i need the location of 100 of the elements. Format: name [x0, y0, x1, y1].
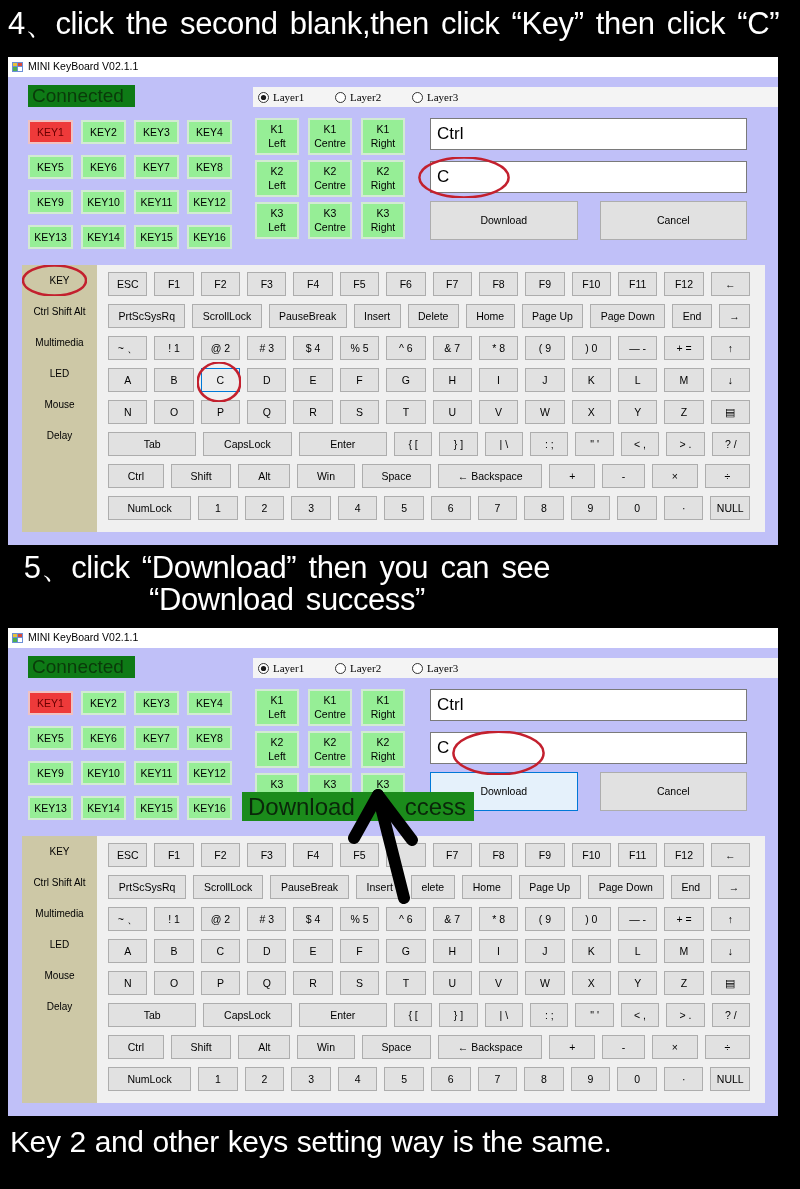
key-slot-button[interactable]: KEY15	[134, 225, 179, 249]
keyboard-key[interactable]: →	[717, 875, 750, 899]
keyboard-key[interactable]: CapsLock	[203, 1003, 292, 1027]
keyboard-key[interactable]: Z	[664, 400, 704, 424]
keyboard-key[interactable]: K	[571, 939, 611, 963]
layer-radio-option[interactable]: Layer2	[335, 659, 412, 677]
key-slot-button[interactable]: KEY6	[81, 726, 126, 750]
keyboard-key[interactable]: + =	[664, 907, 704, 931]
keyboard-key[interactable]: elete	[410, 875, 455, 899]
layer-radio-option[interactable]: Layer1	[258, 88, 335, 106]
key-value-field[interactable]: Ctrl	[430, 118, 747, 150]
keyboard-key[interactable]: N	[108, 971, 148, 995]
keyboard-key[interactable]: Alt	[238, 464, 291, 488]
keyboard-key[interactable]: ↑	[710, 907, 751, 931]
keyboard-key[interactable]: ^ 6	[386, 907, 426, 931]
keyboard-key[interactable]: A	[108, 939, 148, 963]
sidebar-item[interactable]: Delay	[22, 991, 97, 1022]
keyboard-key[interactable]: B	[154, 368, 194, 392]
keyboard-key[interactable]: F	[339, 939, 380, 963]
keyboard-key[interactable]: 8	[524, 496, 564, 520]
keyboard-key[interactable]: I	[478, 939, 519, 963]
keyboard-key[interactable]: < ,	[620, 432, 660, 456]
keyboard-key[interactable]: Shift	[170, 464, 232, 488]
keyboard-key[interactable]: M	[664, 939, 704, 963]
keyboard-key[interactable]: V	[478, 971, 519, 995]
keyboard-key[interactable]: End	[670, 875, 711, 899]
keyboard-key[interactable]: F11	[617, 272, 658, 296]
layer-radio-option[interactable]: Layer3	[412, 88, 489, 106]
keyboard-key[interactable]: > .	[666, 432, 705, 456]
keyboard-key[interactable]: ^ 6	[386, 336, 426, 360]
keyboard-key[interactable]: J	[525, 368, 565, 392]
keyboard-key[interactable]: ← Backspace	[438, 464, 543, 488]
key-slot-button[interactable]: KEY16	[187, 796, 232, 820]
sidebar-item[interactable]: KEY	[22, 836, 97, 867]
keyboard-key[interactable]: Tab	[108, 432, 197, 456]
keyboard-key[interactable]: Win	[297, 464, 355, 488]
keyboard-key[interactable]: ~ 、	[108, 907, 148, 931]
keyboard-key[interactable]: Page Up	[518, 875, 581, 899]
cancel-button[interactable]: Cancel	[599, 772, 747, 811]
keyboard-key[interactable]: 0	[617, 496, 657, 520]
keyboard-key[interactable]: T	[386, 400, 426, 424]
keyboard-key[interactable]: 6	[431, 1067, 471, 1091]
sidebar-item[interactable]: Multimedia	[22, 327, 97, 358]
key-slot-button[interactable]: KEY7	[134, 155, 179, 179]
keyboard-key[interactable]: NumLock	[108, 1067, 192, 1091]
key-slot-button[interactable]: KEY11	[134, 190, 179, 214]
keyboard-key[interactable]: E	[293, 939, 333, 963]
keyboard-key[interactable]: A	[108, 368, 148, 392]
keyboard-key[interactable]: 4	[337, 1067, 378, 1091]
keyboard-key[interactable]: ScrollLock	[192, 304, 262, 328]
keyboard-key[interactable]: < ,	[620, 1003, 660, 1027]
keyboard-key[interactable]: 1	[198, 1067, 238, 1091]
keyboard-key[interactable]: Enter	[298, 1003, 387, 1027]
keyboard-key[interactable]: & 7	[432, 336, 472, 360]
sidebar-item[interactable]: KEY	[22, 265, 97, 296]
keyboard-key[interactable]: Home	[465, 304, 515, 328]
keyboard-key[interactable]: T	[386, 971, 426, 995]
key-slot-button[interactable]: KEY11	[134, 761, 179, 785]
key-slot-button[interactable]: KEY4	[187, 691, 232, 715]
knob-action-button[interactable]: K2 Right	[361, 731, 405, 768]
keyboard-key[interactable]: W	[525, 400, 565, 424]
key-slot-button[interactable]: KEY10	[81, 761, 126, 785]
keyboard-key[interactable]: ScrollLock	[193, 875, 264, 899]
keyboard-key[interactable]: 9	[570, 1067, 611, 1091]
keyboard-key[interactable]: 8	[524, 1067, 564, 1091]
keyboard-key[interactable]: F1	[154, 272, 194, 296]
keyboard-key[interactable]: ~ 、	[108, 336, 148, 360]
keyboard-key[interactable]: CapsLock	[203, 432, 292, 456]
keyboard-key[interactable]: ÷	[704, 464, 750, 488]
key-slot-button[interactable]: KEY8	[187, 155, 232, 179]
keyboard-key[interactable]: F12	[664, 843, 704, 867]
keyboard-key[interactable]: F12	[664, 272, 704, 296]
keyboard-key[interactable]: * 8	[478, 336, 519, 360]
keyboard-key[interactable]: G	[386, 939, 426, 963]
key-slot-button[interactable]: KEY6	[81, 155, 126, 179]
key-slot-button[interactable]: KEY2	[81, 691, 126, 715]
key-slot-button[interactable]: KEY9	[28, 190, 73, 214]
keyboard-key[interactable]: 4	[337, 496, 378, 520]
keyboard-key[interactable]: H	[432, 368, 472, 392]
keyboard-key[interactable]: NULL	[710, 1067, 751, 1091]
keyboard-key[interactable]: C	[200, 368, 241, 392]
keyboard-key[interactable]: ( 9	[525, 907, 565, 931]
key-slot-button[interactable]: KEY5	[28, 155, 73, 179]
keyboard-key[interactable]: P	[200, 400, 241, 424]
keyboard-key[interactable]: ! 1	[154, 336, 194, 360]
key-slot-button[interactable]: KEY13	[28, 796, 73, 820]
keyboard-key[interactable]: 7	[477, 496, 518, 520]
sidebar-item[interactable]: Ctrl Shift Alt	[22, 296, 97, 327]
keyboard-key[interactable]: L	[617, 368, 658, 392]
keyboard-key[interactable]: H	[432, 939, 472, 963]
sidebar-item[interactable]: Multimedia	[22, 898, 97, 929]
keyboard-key[interactable]: ÷	[704, 1035, 750, 1059]
keyboard-key[interactable]: Page Up	[521, 304, 584, 328]
key-slot-button[interactable]: KEY13	[28, 225, 73, 249]
key-slot-button[interactable]: KEY10	[81, 190, 126, 214]
keyboard-key[interactable]: + =	[664, 336, 704, 360]
keyboard-key[interactable]: @ 2	[200, 907, 241, 931]
key-slot-button[interactable]: KEY14	[81, 796, 126, 820]
keyboard-key[interactable]: 3	[291, 1067, 331, 1091]
keyboard-key[interactable]: Tab	[108, 1003, 197, 1027]
